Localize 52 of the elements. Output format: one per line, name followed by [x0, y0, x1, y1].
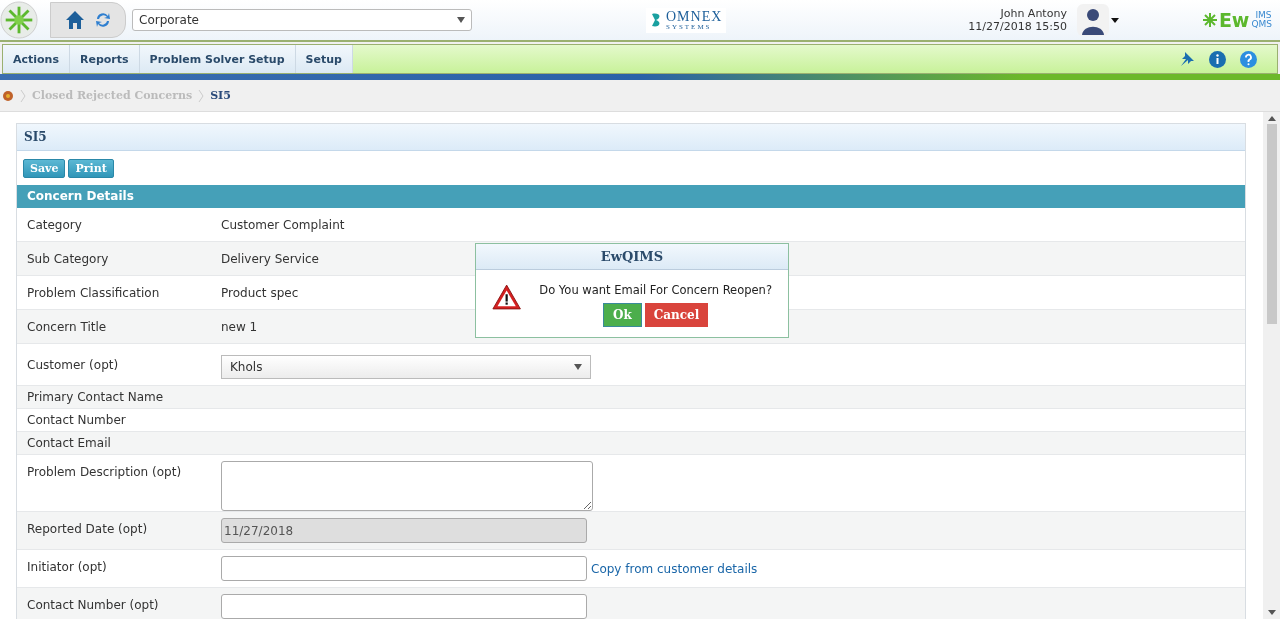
input-field[interactable] [221, 556, 587, 581]
asterisk-icon [1202, 13, 1217, 27]
field-label: Customer (opt) [26, 357, 120, 372]
pin-icon[interactable] [1179, 51, 1195, 67]
menu-item[interactable]: Actions [3, 45, 70, 73]
breadcrumb-link[interactable]: SI5 [210, 89, 231, 102]
cancel-button[interactable]: Cancel [644, 303, 709, 327]
menu-item[interactable]: Setup [295, 45, 353, 73]
field-value: Product spec [221, 285, 299, 300]
field-label: Primary Contact Name [26, 390, 165, 404]
section-header: Concern Details [17, 185, 1245, 208]
refresh-icon[interactable] [95, 11, 111, 29]
avatar-icon[interactable] [1076, 4, 1109, 36]
menu-item[interactable]: Reports [70, 45, 140, 73]
field-label: Problem Description (opt) [26, 464, 183, 479]
chevron-icon [198, 88, 205, 103]
info-icon[interactable] [1209, 50, 1226, 68]
field-value: Customer Complaint [221, 217, 345, 232]
field-label: Initiator (opt) [26, 559, 108, 574]
sunburst-logo-icon[interactable] [0, 1, 38, 39]
field-value: new 1 [221, 319, 258, 334]
scroll-up-icon[interactable] [1267, 116, 1276, 121]
site-dropdown[interactable]: Corporate [132, 9, 472, 31]
dropdown-caret-icon[interactable] [1110, 17, 1119, 23]
field-label: Sub Category [26, 251, 110, 266]
field-label: Concern Title [26, 319, 108, 334]
dialog-title: EwQIMS [476, 244, 788, 270]
field-label: Category [26, 217, 83, 232]
caret-icon [574, 363, 582, 370]
field-label: Contact Email [26, 436, 112, 450]
copy-link[interactable]: Copy from customer details [591, 561, 758, 576]
input-field[interactable] [221, 594, 587, 619]
date-time: 11/27/2018 15:50 [968, 20, 1067, 33]
user-name: John Antony [999, 7, 1067, 20]
text-area[interactable] [221, 461, 593, 511]
field-label: Contact Number [26, 413, 127, 427]
field-value: Delivery Service [221, 251, 319, 266]
caret-icon [457, 17, 465, 23]
scroll-thumb[interactable] [1266, 124, 1277, 324]
scroll-down-icon[interactable] [1267, 610, 1276, 615]
field-label: Reported Date (opt) [26, 521, 149, 536]
home-icon[interactable] [65, 10, 85, 30]
warning-icon [492, 283, 522, 311]
chevron-icon [20, 88, 26, 103]
gear-icon[interactable] [2, 89, 14, 102]
menu-item[interactable]: Problem Solver Setup [139, 45, 296, 73]
help-icon[interactable] [1240, 50, 1257, 68]
field-label: Problem Classification [26, 285, 161, 300]
panel-title: SI5 [17, 124, 1245, 151]
dialog-message: Do You want Email For Concern Reopen? [539, 283, 772, 297]
field-label: Contact Number (opt) [26, 597, 160, 612]
customer-dropdown[interactable]: Khols [221, 354, 591, 379]
